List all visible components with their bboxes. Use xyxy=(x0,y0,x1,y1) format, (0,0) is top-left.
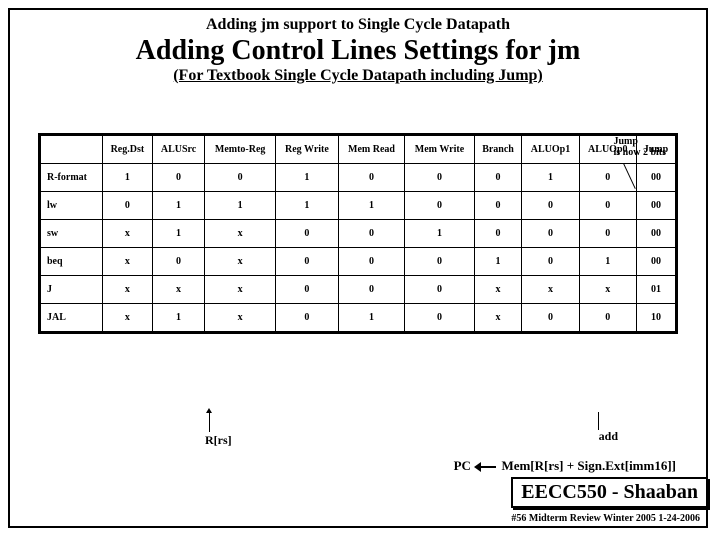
cell: 0 xyxy=(579,219,636,247)
annot-rrs-arrow-icon xyxy=(206,408,212,413)
cell: x xyxy=(474,275,522,303)
cell: 0 xyxy=(474,163,522,191)
cell: 0 xyxy=(405,303,474,332)
cell: 00 xyxy=(636,219,676,247)
cell: 0 xyxy=(338,219,405,247)
pc-rhs: Mem[R[rs] + Sign.Ext[imm16]] xyxy=(501,458,676,473)
course-box: EECC550 - Shaaban xyxy=(511,477,708,508)
slide-top-title: Adding jm support to Single Cycle Datapa… xyxy=(10,10,706,36)
table-row: swx1x00100000 xyxy=(40,219,677,247)
annot-add-line xyxy=(598,412,599,430)
table-row: lw01111000000 xyxy=(40,191,677,219)
slide-footer: #56 Midterm Review Winter 2005 1-24-2006 xyxy=(511,513,700,524)
col-branch: Branch xyxy=(474,134,522,163)
table-row: R-format10010001000 xyxy=(40,163,677,191)
row-label: JAL xyxy=(40,303,103,332)
cell: 1 xyxy=(276,191,339,219)
cell: 1 xyxy=(522,163,579,191)
col-aluop1: ALUOp1 xyxy=(522,134,579,163)
cell: x xyxy=(102,275,152,303)
table-row: Jxxx000xxx01 xyxy=(40,275,677,303)
col-blank xyxy=(40,134,103,163)
annot-add: add xyxy=(599,429,618,444)
annot-rrs-line xyxy=(209,412,210,432)
cell: 1 xyxy=(102,163,152,191)
left-arrow-icon xyxy=(474,462,498,472)
table-row: beqx0x00010100 xyxy=(40,247,677,275)
cell: 0 xyxy=(338,275,405,303)
cell: x xyxy=(205,219,276,247)
cell: x xyxy=(474,303,522,332)
col-memtoreg: Memto-Reg xyxy=(205,134,276,163)
cell: 1 xyxy=(205,191,276,219)
cell: x xyxy=(522,275,579,303)
cell: 00 xyxy=(636,191,676,219)
cell: x xyxy=(205,275,276,303)
cell: 0 xyxy=(579,191,636,219)
annot-rrs: R[rs] xyxy=(205,433,232,448)
col-memwrite: Mem Write xyxy=(405,134,474,163)
cell: 1 xyxy=(152,191,204,219)
cell: 0 xyxy=(152,247,204,275)
cell: x xyxy=(102,219,152,247)
pc-formula: PC Mem[R[rs] + Sign.Ext[imm16]] xyxy=(454,458,676,474)
cell: x xyxy=(205,303,276,332)
cell: 1 xyxy=(405,219,474,247)
cell: 1 xyxy=(474,247,522,275)
row-label: sw xyxy=(40,219,103,247)
cell: 0 xyxy=(276,247,339,275)
table-body: R-format10010001000lw01111000000swx1x001… xyxy=(40,163,677,332)
col-memread: Mem Read xyxy=(338,134,405,163)
cell: 0 xyxy=(205,163,276,191)
cell: x xyxy=(205,247,276,275)
cell: 1 xyxy=(152,219,204,247)
row-label: lw xyxy=(40,191,103,219)
row-label: J xyxy=(40,275,103,303)
slide-subtitle: (For Textbook Single Cycle Datapath incl… xyxy=(10,67,706,93)
cell: 0 xyxy=(522,247,579,275)
cell: 0 xyxy=(522,303,579,332)
cell: x xyxy=(102,303,152,332)
cell: 01 xyxy=(636,275,676,303)
cell: 00 xyxy=(636,247,676,275)
col-alusrc: ALUSrc xyxy=(152,134,204,163)
cell: 1 xyxy=(152,303,204,332)
pc-lhs: PC xyxy=(454,458,471,473)
row-label: beq xyxy=(40,247,103,275)
cell: 0 xyxy=(405,163,474,191)
cell: 0 xyxy=(276,275,339,303)
col-regdst: Reg.Dst xyxy=(102,134,152,163)
cell: 0 xyxy=(276,303,339,332)
slide: Adding jm support to Single Cycle Datapa… xyxy=(8,8,708,528)
table-row: JALx1x010x0010 xyxy=(40,303,677,332)
cell: 0 xyxy=(276,219,339,247)
table-header-row: Reg.Dst ALUSrc Memto-Reg Reg Write Mem R… xyxy=(40,134,677,163)
cell: 0 xyxy=(405,275,474,303)
cell: x xyxy=(152,275,204,303)
control-lines-table: Reg.Dst ALUSrc Memto-Reg Reg Write Mem R… xyxy=(38,133,678,334)
cell: x xyxy=(579,275,636,303)
col-regwrite: Reg Write xyxy=(276,134,339,163)
cell: 1 xyxy=(579,247,636,275)
cell: 0 xyxy=(474,191,522,219)
cell: x xyxy=(102,247,152,275)
cell: 1 xyxy=(338,191,405,219)
cell: 0 xyxy=(522,219,579,247)
cell: 0 xyxy=(338,163,405,191)
cell: 1 xyxy=(276,163,339,191)
cell: 1 xyxy=(338,303,405,332)
cell: 10 xyxy=(636,303,676,332)
slide-main-title: Adding Control Lines Settings for jm xyxy=(10,36,706,67)
row-label: R-format xyxy=(40,163,103,191)
cell: 0 xyxy=(405,247,474,275)
cell: 0 xyxy=(474,219,522,247)
cell: 0 xyxy=(405,191,474,219)
cell: 0 xyxy=(522,191,579,219)
cell: 0 xyxy=(152,163,204,191)
cell: 0 xyxy=(338,247,405,275)
cell: 0 xyxy=(579,303,636,332)
cell: 0 xyxy=(102,191,152,219)
